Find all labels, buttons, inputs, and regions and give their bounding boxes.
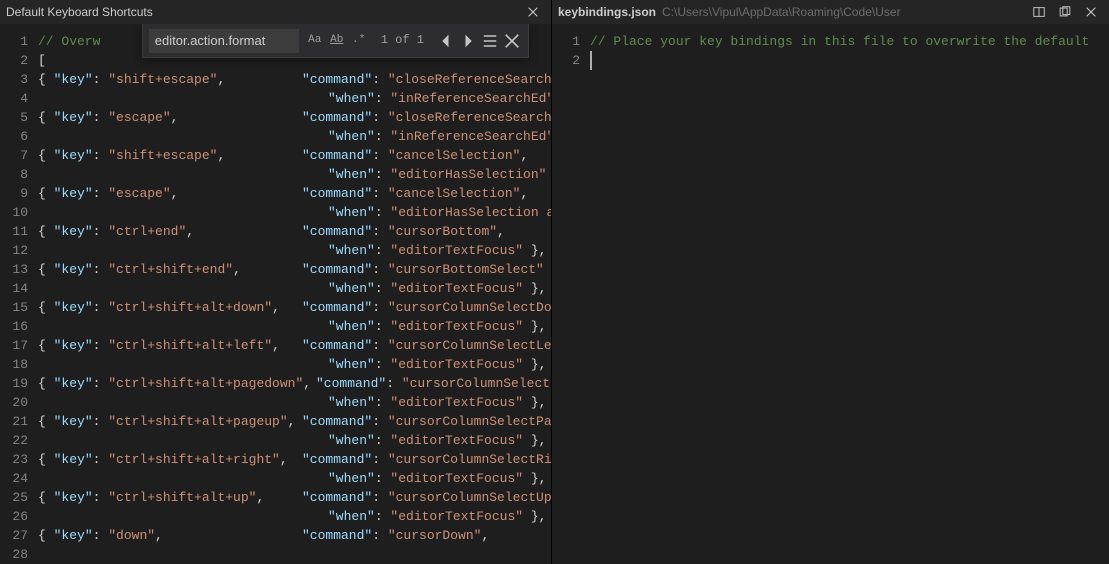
right-code[interactable]: // Place your key bindings in this file … bbox=[590, 24, 1109, 564]
right-editor[interactable]: 12 // Place your key bindings in this fi… bbox=[552, 24, 1109, 564]
find-close-icon[interactable] bbox=[502, 31, 522, 51]
right-tab-title[interactable]: keybindings.json bbox=[556, 5, 656, 19]
find-widget: Aa Ab .* 1 of 1 bbox=[142, 24, 529, 58]
left-code[interactable]: // Overw[{ "key": "shift+escape","comman… bbox=[38, 24, 551, 564]
close-icon[interactable] bbox=[1083, 4, 1099, 20]
regex-toggle[interactable]: .* bbox=[349, 31, 369, 51]
match-case-toggle[interactable]: Aa bbox=[305, 31, 325, 51]
right-gutter: 12 bbox=[552, 24, 590, 564]
whole-word-toggle[interactable]: Ab bbox=[327, 31, 347, 51]
split-editor-icon[interactable] bbox=[1031, 4, 1047, 20]
left-tab-title[interactable]: Default Keyboard Shortcuts bbox=[4, 5, 153, 19]
right-editor-pane: keybindings.json C:\Users\Vipul\AppData\… bbox=[552, 0, 1109, 564]
find-status: 1 of 1 bbox=[381, 31, 424, 50]
right-tab-path: C:\Users\Vipul\AppData\Roaming\Code\User bbox=[662, 5, 901, 19]
find-next-icon[interactable] bbox=[458, 31, 478, 51]
find-input[interactable] bbox=[149, 29, 299, 53]
open-changes-icon[interactable] bbox=[1057, 4, 1073, 20]
close-icon[interactable] bbox=[525, 4, 541, 20]
find-prev-icon[interactable] bbox=[436, 31, 456, 51]
find-options: Aa Ab .* bbox=[305, 31, 369, 51]
right-tabbar: keybindings.json C:\Users\Vipul\AppData\… bbox=[552, 0, 1109, 24]
left-editor-pane: Default Keyboard Shortcuts 1234567891011… bbox=[0, 0, 552, 564]
find-selection-icon[interactable] bbox=[480, 31, 500, 51]
left-gutter: 1234567891011121314151617181920212223242… bbox=[0, 24, 38, 564]
left-editor[interactable]: 1234567891011121314151617181920212223242… bbox=[0, 24, 551, 564]
left-tabbar: Default Keyboard Shortcuts bbox=[0, 0, 551, 24]
